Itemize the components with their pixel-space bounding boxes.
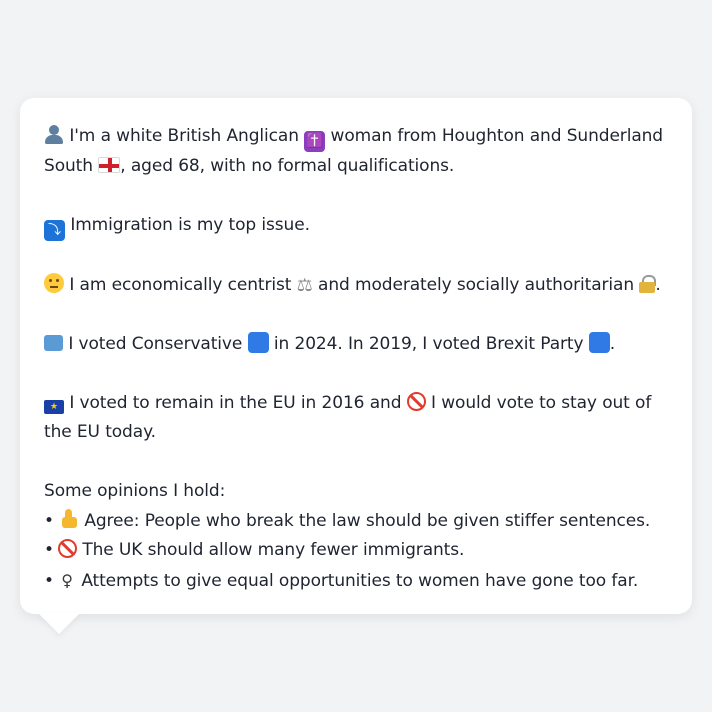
eu-flag-icon: ★ — [44, 399, 64, 414]
ideology-paragraph: I am economically centrist ⚖ and moderat… — [44, 271, 668, 301]
ballot-box-icon — [44, 334, 63, 351]
opinions-heading: Some opinions I hold: — [44, 481, 226, 501]
bubble-tail — [38, 613, 80, 634]
persona-message-bubble: I'm a white British Anglican ✝️ woman fr… — [20, 98, 692, 614]
latin-cross-icon: ✝️ — [304, 131, 326, 152]
balance-scale-icon: ⚖ — [296, 274, 313, 296]
person-icon — [44, 124, 64, 144]
bullet: • — [44, 510, 54, 531]
conservative-blue-square-icon — [247, 331, 269, 353]
eu-paragraph: ★ I voted to remain in the EU in 2016 an… — [44, 389, 668, 448]
ideology-text-c: . — [655, 274, 661, 295]
opinion-text: Attempts to give equal opportunities to … — [81, 570, 639, 591]
bullet: • — [44, 540, 54, 560]
arrow-icon: ⤵ — [44, 220, 65, 241]
prohibited-icon — [58, 539, 77, 558]
england-flag-icon — [98, 157, 121, 173]
voting-text-a: I voted Conservative — [68, 333, 243, 354]
prohibited-icon — [406, 391, 426, 411]
ideology-text-a: I am economically centrist — [69, 274, 292, 295]
ideology-text-b: and moderately socially authoritarian — [318, 274, 635, 295]
lock-icon — [639, 274, 657, 293]
opinion-text: Agree: People who break the law should b… — [84, 510, 651, 531]
eu-text-a: I voted to remain in the EU in 2016 and — [69, 392, 402, 413]
voting-text-b: in 2024. In 2019, I voted Brexit Party — [273, 333, 584, 354]
opinion-item: • ♀ Attempts to give equal opportunities … — [44, 566, 668, 597]
opinion-text: The UK should allow many fewer immigrant… — [82, 540, 465, 560]
thinking-face-icon — [44, 272, 64, 293]
bullet: • — [44, 570, 54, 591]
opinion-item: • The UK should allow many fewer immigra… — [44, 536, 668, 566]
voting-paragraph: I voted Conservative in 2024. In 2019, I… — [44, 330, 668, 360]
top-issue-paragraph: ⤵ Immigration is my top issue. — [44, 211, 668, 241]
top-issue-text: Immigration is my top issue. — [70, 215, 310, 235]
identity-text-a: I'm a white British Anglican — [69, 126, 299, 146]
voting-text-c: . — [609, 333, 616, 354]
identity-paragraph: I'm a white British Anglican ✝️ woman fr… — [44, 122, 668, 182]
brexit-blue-square-icon — [588, 331, 610, 353]
female-sign-icon: ♀ — [61, 570, 73, 590]
opinion-item: • Agree: People who break the law should… — [44, 507, 668, 537]
thumbs-up-icon — [58, 508, 79, 529]
identity-text-c: , aged 68, with no formal qualifications… — [120, 156, 455, 176]
